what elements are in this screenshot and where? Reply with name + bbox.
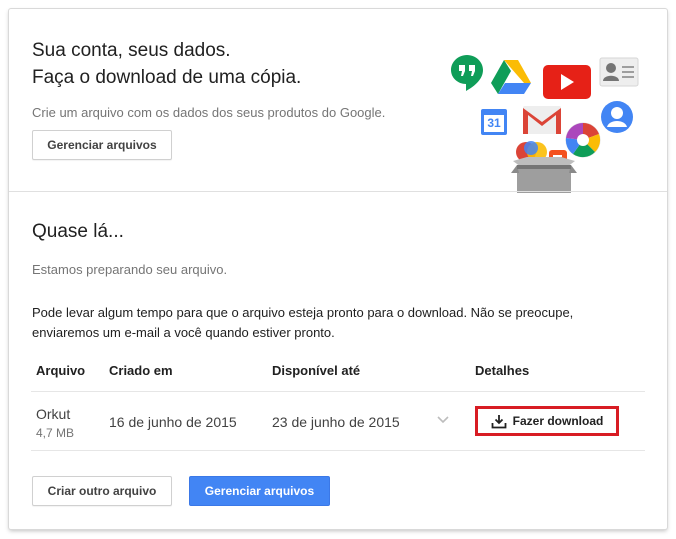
status-note: Pode levar algum tempo para que o arquiv… [32, 305, 574, 340]
manage-archives-button[interactable]: Gerenciar arquivos [189, 476, 330, 506]
title-line-2: Faça o download de uma cópia. [32, 67, 302, 88]
download-button[interactable]: Fazer download [475, 406, 619, 436]
picasa-icon [565, 122, 601, 158]
file-name: Orkut [36, 406, 71, 422]
create-another-archive-button[interactable]: Criar outro arquivo [32, 476, 172, 506]
download-icon [491, 414, 507, 428]
contacts-icon [599, 57, 639, 87]
column-header-available: Disponível até [272, 363, 361, 378]
archive-box-icon [511, 157, 577, 193]
header-subtitle: Crie um arquivo com os dados dos seus pr… [32, 105, 386, 120]
column-header-file: Arquivo [36, 363, 86, 378]
page-title: Sua conta, seus dados. Faça o download d… [32, 37, 301, 91]
column-header-created: Criado em [109, 363, 173, 378]
calendar-icon: 31 [481, 109, 507, 135]
youtube-icon [543, 65, 591, 99]
hangouts-icon [451, 55, 483, 91]
table-header-line [31, 391, 645, 392]
available-date: 23 de junho de 2015 [272, 414, 400, 430]
manage-archives-button-top[interactable]: Gerenciar arquivos [32, 130, 172, 160]
section-divider [9, 191, 667, 192]
drive-icon [491, 60, 531, 94]
title-line-1: Sua conta, seus dados. [32, 40, 231, 61]
takeout-card: Sua conta, seus dados. Faça o download d… [9, 9, 667, 529]
status-text: Estamos preparando seu arquivo. [32, 262, 228, 277]
download-label: Fazer download [512, 414, 604, 428]
status-heading: Quase lá... [32, 221, 124, 242]
profile-icon [601, 101, 633, 133]
calendar-day: 31 [484, 115, 504, 132]
table-row-line [31, 450, 645, 451]
file-size: 4,7 MB [36, 426, 75, 440]
gmail-icon [523, 106, 561, 134]
column-header-details: Detalhes [475, 363, 530, 378]
created-date: 16 de junho de 2015 [109, 414, 237, 430]
chevron-down-icon[interactable] [437, 416, 449, 424]
